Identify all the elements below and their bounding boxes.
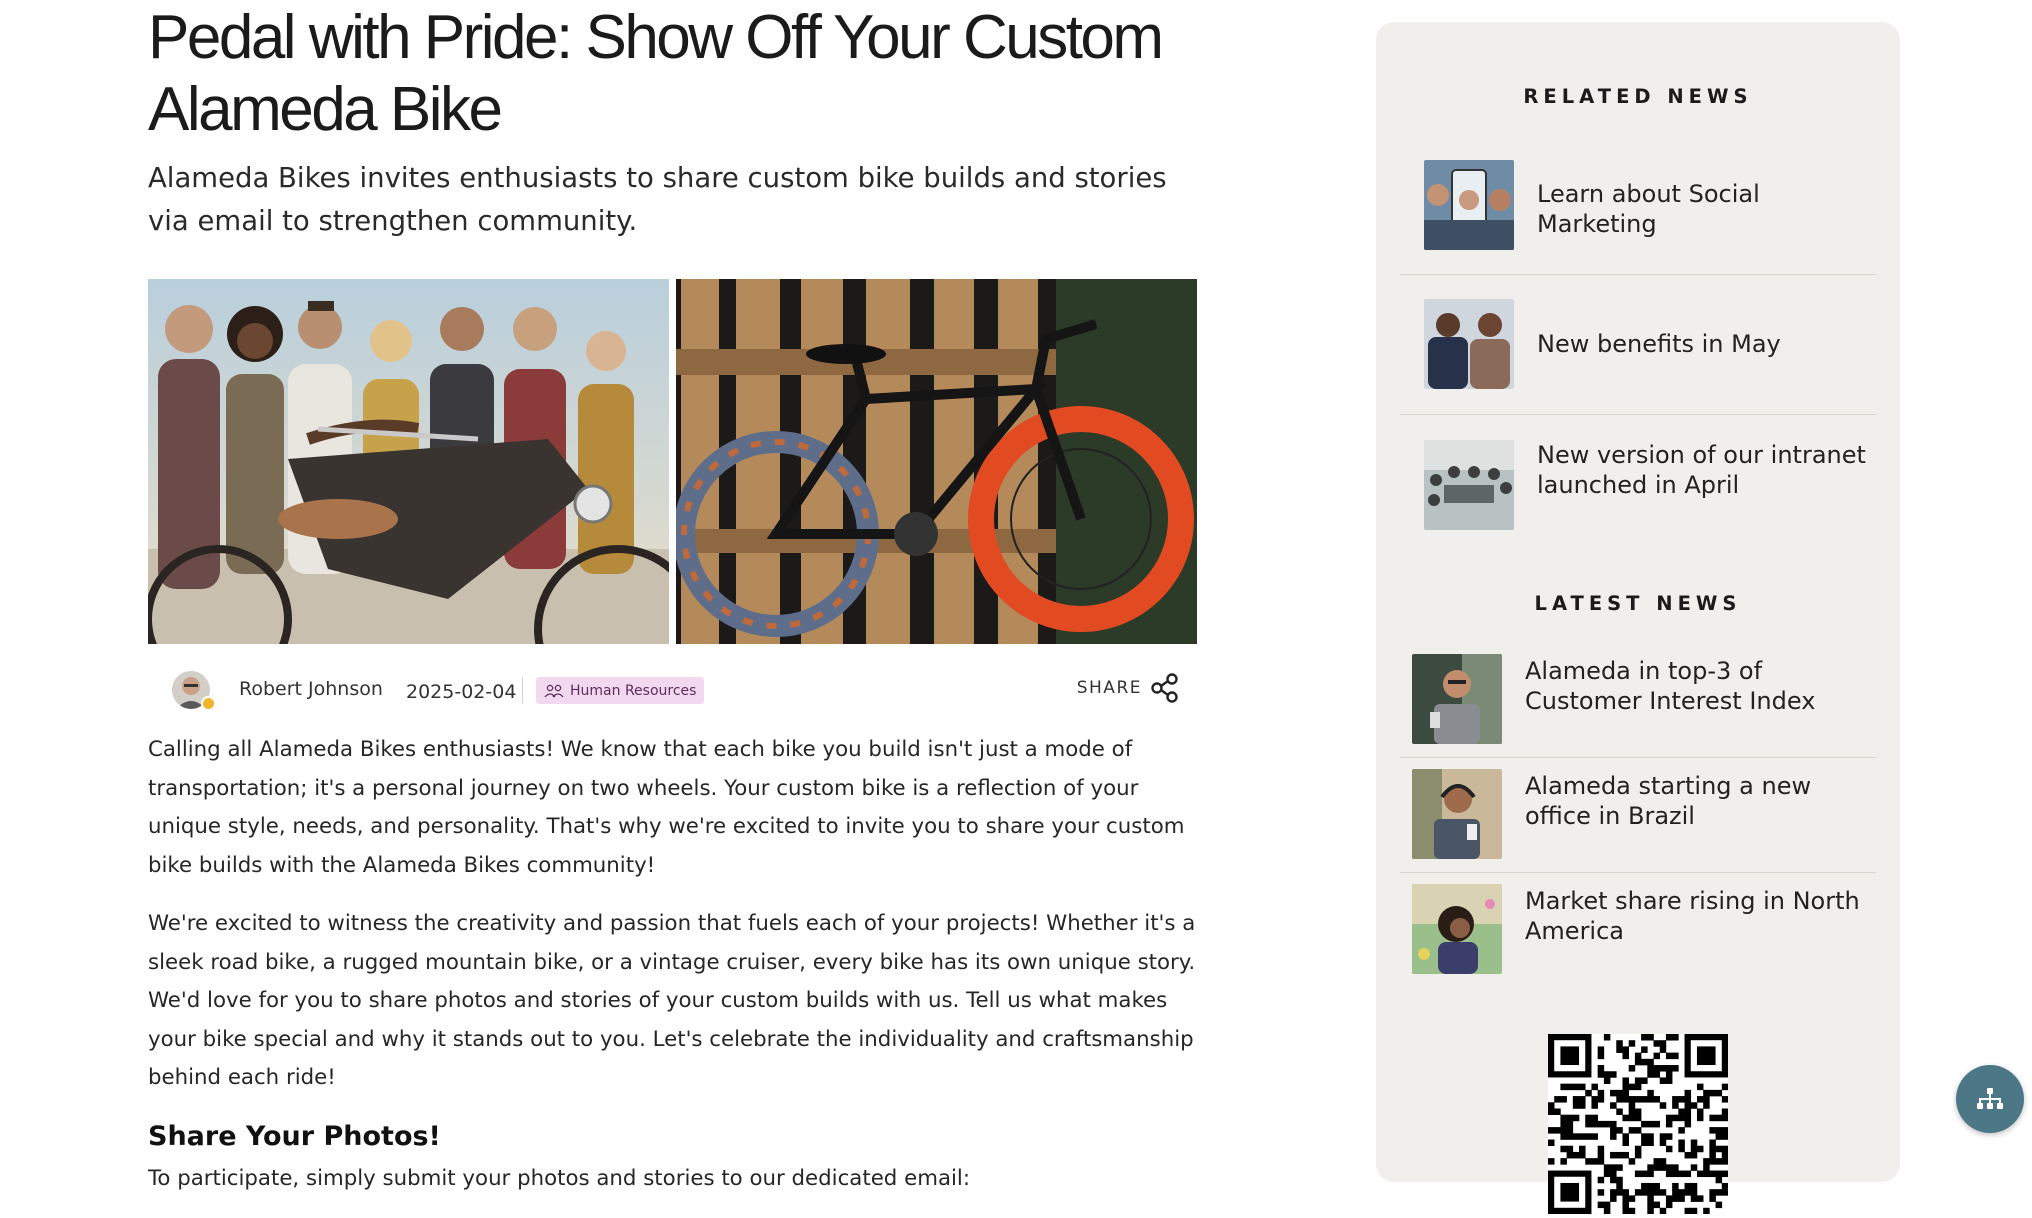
category-tag-label: Human Resources	[570, 682, 697, 699]
hero-image-group-with-bike[interactable]	[148, 279, 669, 644]
article-body: Calling all Alameda Bikes enthusiasts! W…	[148, 731, 1198, 1198]
related-news-label: Learn about Social Marketing	[1537, 180, 1760, 238]
related-thumbnail	[1424, 160, 1514, 250]
latest-thumbnail	[1412, 654, 1502, 744]
sitemap-button[interactable]	[1956, 1065, 2024, 1133]
share-icon	[1151, 673, 1178, 703]
qr-code	[1548, 1034, 1729, 1215]
people-icon	[544, 684, 564, 697]
publish-date: 2025-02-04	[406, 681, 517, 703]
sidebar: RELATED NEWS Learn about Social Marketin…	[1376, 22, 1900, 1215]
presence-indicator	[201, 696, 216, 711]
hero-images	[148, 279, 1197, 644]
related-news-label: New version of our intranet launched in …	[1537, 441, 1866, 499]
divider	[1400, 757, 1876, 758]
divider	[1400, 414, 1876, 415]
divider	[522, 677, 523, 703]
hero-image-fixie-bike[interactable]	[676, 279, 1197, 644]
related-news-label: New benefits in May	[1537, 330, 1781, 358]
section-heading: Share Your Photos!	[148, 1120, 441, 1152]
author-avatar-wrap[interactable]	[172, 671, 216, 711]
latest-news-label: Alameda starting a new office in Brazil	[1525, 772, 1812, 830]
latest-thumbnail	[1412, 769, 1502, 859]
sitemap-icon	[1977, 1088, 2003, 1109]
share-label: SHARE	[1076, 678, 1142, 698]
related-thumbnail	[1424, 299, 1514, 389]
related-thumbnail	[1424, 440, 1514, 530]
article-meta: Robert Johnson 2025-02-04 Human Resource…	[148, 668, 1197, 712]
article-paragraph: Calling all Alameda Bikes enthusiasts! W…	[148, 737, 1185, 878]
article-paragraph: We're excited to witness the creativity …	[148, 911, 1196, 1090]
latest-news-label: Alameda in top-3 of Customer Interest In…	[1525, 657, 1816, 715]
latest-thumbnail	[1412, 884, 1502, 974]
section-paragraph: To participate, simply submit your photo…	[148, 1165, 970, 1191]
divider	[1400, 274, 1876, 275]
article-subtitle: Alameda Bikes invites enthusiasts to sha…	[148, 162, 1167, 237]
divider	[1400, 872, 1876, 873]
author-name[interactable]: Robert Johnson	[239, 678, 383, 700]
latest-news-label: Market share rising in North America	[1525, 887, 1860, 945]
related-news-heading: RELATED NEWS	[1523, 85, 1753, 108]
share-button[interactable]: SHARE	[1077, 673, 1179, 703]
latest-news-heading: LATEST NEWS	[1534, 592, 1742, 615]
article-title: Pedal with Pride: Show Off Your Custom A…	[148, 3, 1164, 144]
category-tag[interactable]: Human Resources	[536, 677, 705, 704]
